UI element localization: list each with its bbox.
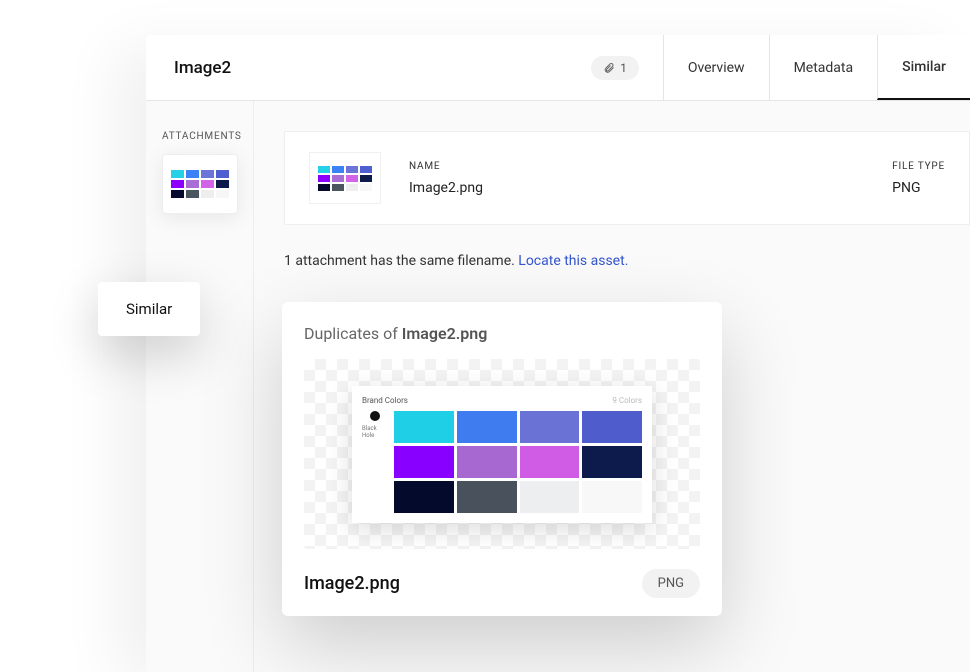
- palette-title: Brand Colors: [362, 396, 408, 405]
- asset-title: Image2: [146, 58, 591, 78]
- info-name-column: NAME Image2.png: [409, 161, 483, 196]
- duplicates-filename: Image2.png: [402, 324, 488, 343]
- palette-legend: Black Hole: [362, 411, 388, 513]
- brand-colors-card: Brand Colors 9 Colors Black Hole: [352, 386, 652, 523]
- info-columns: NAME Image2.png FILE TYPE PNG: [409, 161, 945, 196]
- tab-overview[interactable]: Overview: [663, 35, 769, 100]
- duplicate-filename: Image2.png: [304, 573, 400, 594]
- paperclip-icon: [603, 62, 615, 74]
- similar-floating-chip[interactable]: Similar: [98, 282, 200, 336]
- palette-header: Brand Colors 9 Colors: [362, 396, 642, 405]
- name-label: NAME: [409, 161, 483, 172]
- duplicate-message: 1 attachment has the same filename. Loca…: [284, 253, 970, 269]
- tab-similar[interactable]: Similar: [877, 35, 970, 100]
- duplicates-title: Duplicates of Image2.png: [304, 324, 700, 343]
- attachments-sidebar: ATTACHMENTS: [146, 101, 254, 672]
- filetype-label: FILE TYPE: [892, 161, 945, 172]
- palette-grid: [394, 411, 642, 513]
- tab-metadata[interactable]: Metadata: [769, 35, 878, 100]
- duplicate-footer: Image2.png PNG: [304, 569, 700, 598]
- attachments-pill[interactable]: 1: [591, 56, 639, 80]
- filetype-value: PNG: [892, 180, 945, 196]
- filetype-badge: PNG: [642, 569, 700, 598]
- name-value: Image2.png: [409, 180, 483, 196]
- info-filetype-column: FILE TYPE PNG: [892, 161, 945, 196]
- duplicates-prefix: Duplicates of: [304, 324, 402, 343]
- info-thumbnail: [309, 152, 381, 204]
- attachment-thumbnail[interactable]: [162, 154, 238, 214]
- panel-header: Image2 1 Overview Metadata Similar: [146, 35, 970, 101]
- palette-preview-icon: [318, 166, 372, 191]
- palette-count: 9 Colors: [612, 396, 642, 405]
- duplicate-preview[interactable]: Brand Colors 9 Colors Black Hole: [304, 359, 700, 549]
- message-text: 1 attachment has the same filename.: [284, 253, 518, 269]
- tab-bar: Overview Metadata Similar: [663, 35, 970, 100]
- attachments-label: ATTACHMENTS: [162, 131, 237, 142]
- attachment-info-card: NAME Image2.png FILE TYPE PNG: [284, 131, 970, 225]
- legend-dot-icon: [370, 411, 380, 421]
- locate-asset-link[interactable]: Locate this asset.: [518, 253, 628, 269]
- attachments-count: 1: [620, 61, 627, 75]
- duplicates-card: Duplicates of Image2.png Brand Colors 9 …: [282, 302, 722, 616]
- palette-preview-icon: [171, 170, 229, 198]
